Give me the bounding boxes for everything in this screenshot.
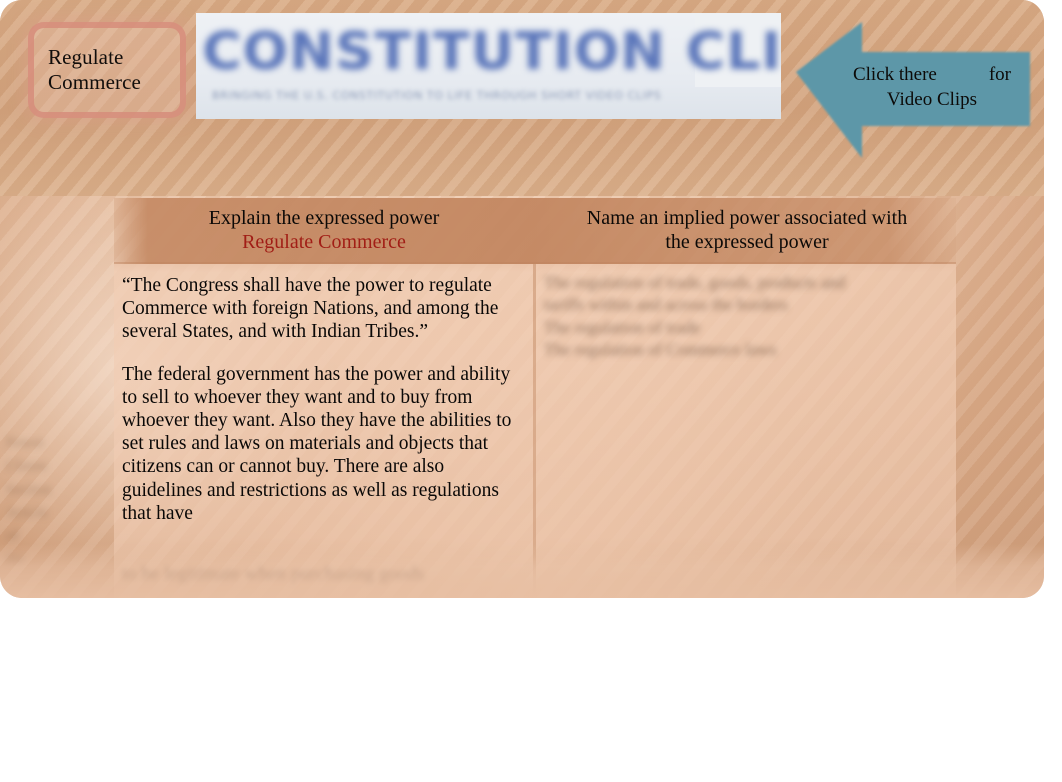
- slide-card: Regulate Commerce CONSTITUTION CLIPS BRI…: [0, 0, 1044, 598]
- arrow-label-line-2: Video Clips: [886, 89, 978, 111]
- topic-badge-line-2: Commerce: [48, 70, 141, 94]
- margin-note-line: Section: [6, 481, 51, 498]
- topic-badge-regulate-commerce[interactable]: Regulate Commerce: [28, 22, 186, 118]
- implied-power-line: The regulation of trade, goods, products…: [544, 273, 846, 292]
- expressed-power-explanation: The federal government has the power and…: [122, 363, 512, 524]
- table-header-right-line-1: Name an implied power associated with: [586, 207, 908, 229]
- margin-note-line: Article: [6, 504, 48, 521]
- arrow-label-part-1: Click there: [852, 64, 937, 85]
- arrow-label-part-2: for: [988, 64, 1012, 85]
- expressed-power-quote: “The Congress shall have the power to re…: [122, 275, 499, 343]
- table-header-left-line-1: Explain the expressed power: [208, 207, 440, 229]
- table-column-divider: [533, 264, 536, 598]
- logo-tagline-text: BRINGING THE U.S. CONSTITUTION TO LIFE T…: [212, 89, 662, 102]
- margin-note-line: of: [6, 528, 19, 544]
- implied-power-line: The regulation of Commerce laws: [544, 340, 777, 360]
- expressed-power-clipped-line: to be legitimate when purchasing goods: [122, 564, 425, 585]
- expressed-implied-power-table: Explain the expressed power Regulate Com…: [114, 198, 956, 598]
- margin-note-line: the: [6, 551, 25, 568]
- table-header-left: Explain the expressed power Regulate Com…: [114, 206, 534, 255]
- margin-note-line: Clause: [6, 458, 47, 475]
- video-clips-arrow-label: Click there for Video Clips: [832, 62, 1032, 112]
- margin-note-line: Power: [6, 435, 45, 451]
- implied-power-line: The regulation of trade: [544, 317, 701, 337]
- logo-wordmark-text: CONSTITUTION CLIPS: [202, 22, 781, 82]
- table-header-right-line-2: the expressed power: [665, 231, 829, 254]
- table-cell-implied-power[interactable]: The regulation of trade, goods, products…: [544, 272, 944, 362]
- implied-power-line: tariffs within and across the borders: [544, 295, 788, 315]
- table-header-left-highlight: Regulate Commerce: [242, 231, 406, 254]
- table-header-row: Explain the expressed power Regulate Com…: [114, 198, 956, 272]
- table-cell-expressed-power[interactable]: “The Congress shall have the power to re…: [122, 274, 518, 525]
- left-margin-obscured-notes: Power Clause Section Article of the: [6, 432, 92, 572]
- topic-badge-text: Regulate Commerce: [48, 45, 141, 95]
- topic-badge-line-1: Regulate: [48, 45, 124, 70]
- constitution-clips-logo[interactable]: CONSTITUTION CLIPS BRINGING THE U.S. CON…: [196, 13, 781, 119]
- table-header-right: Name an implied power associated with th…: [538, 206, 956, 255]
- table-body: “The Congress shall have the power to re…: [114, 264, 956, 598]
